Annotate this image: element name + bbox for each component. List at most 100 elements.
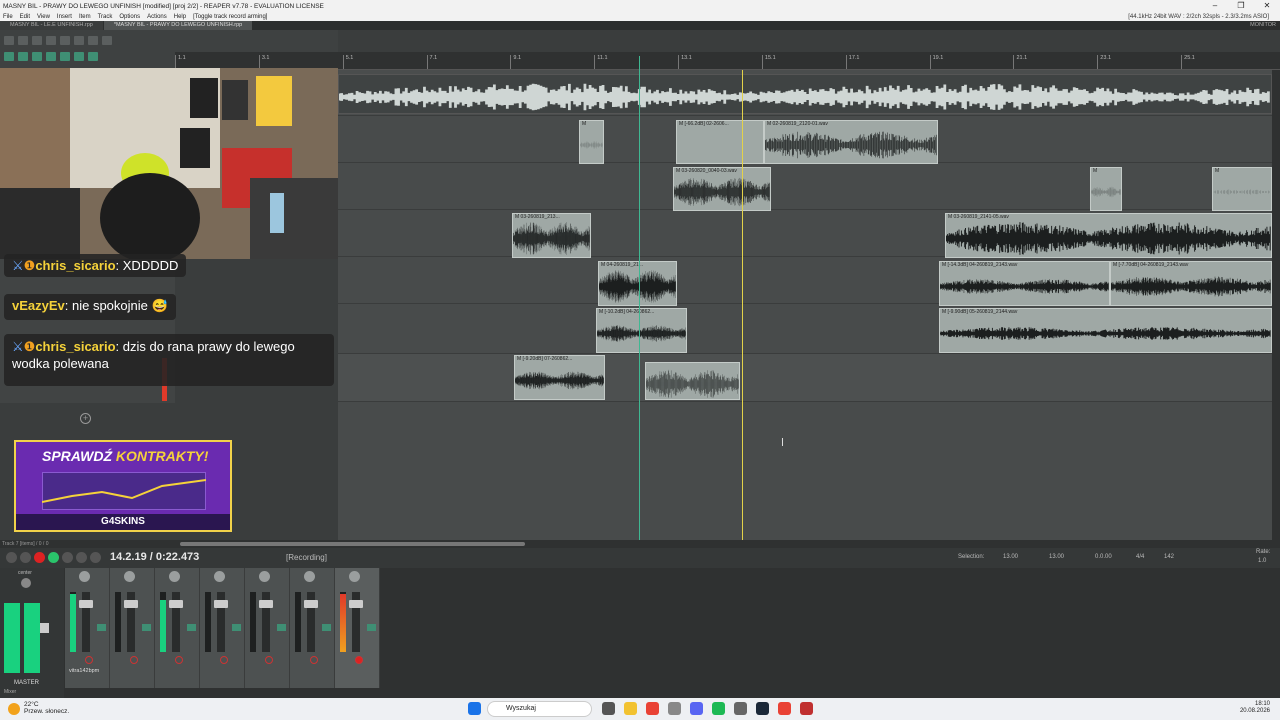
minimize-button[interactable]: – xyxy=(1202,0,1228,12)
track-lane[interactable] xyxy=(338,163,1272,210)
chrome-icon[interactable] xyxy=(646,702,659,715)
loop-button[interactable] xyxy=(62,552,73,563)
fader-cap[interactable] xyxy=(79,600,93,608)
redo-icon[interactable] xyxy=(74,36,84,45)
horizontal-scrollbar[interactable]: Track 7 [items] / 0 / 0 xyxy=(0,540,1280,548)
record-button[interactable] xyxy=(34,552,45,563)
menu-view[interactable]: View xyxy=(37,14,50,20)
play-button[interactable] xyxy=(48,552,59,563)
media-item[interactable]: M 03-260820_0040-03.wav xyxy=(673,167,771,211)
media-item[interactable]: M [-10.2dB] 04-260862... xyxy=(596,308,687,353)
spotify-icon[interactable] xyxy=(712,702,725,715)
arrange-view[interactable]: M M [-66.2dB] 02-2606... M 02-260819_212… xyxy=(338,70,1272,540)
project-settings-icon[interactable] xyxy=(46,36,56,45)
master-pan-knob[interactable] xyxy=(21,578,31,588)
grouping-icon[interactable] xyxy=(32,52,42,61)
master-fader[interactable] xyxy=(40,623,49,633)
mixer-channel-strip-armed[interactable] xyxy=(335,568,380,688)
bpm-value[interactable]: 142 xyxy=(1164,554,1174,560)
media-item[interactable]: M [-9.90dB] 05-260819_2144.wav xyxy=(939,308,1272,353)
undo-icon[interactable] xyxy=(60,36,70,45)
mixer-channel-strip[interactable] xyxy=(290,568,335,688)
open-project-icon[interactable] xyxy=(18,36,28,45)
rate-value[interactable]: 1.0 xyxy=(1258,558,1266,564)
media-item[interactable]: M 03-260819_213... xyxy=(512,213,591,258)
project-tab[interactable]: MASNY BIL - LE.E UNFINISH.rpp xyxy=(0,21,103,30)
pan-knob[interactable] xyxy=(259,571,270,582)
record-arm-button[interactable] xyxy=(310,656,318,664)
chrome-icon[interactable] xyxy=(778,702,791,715)
scrollbar-thumb[interactable] xyxy=(180,542,525,546)
timeline-ruler[interactable]: 1.1 3.1 5.1 7.1 9.1 11.1 13.1 15.1 17.1 19.1 21.1 2… xyxy=(175,52,1280,70)
weather-icon[interactable] xyxy=(8,703,20,715)
windows-start-icon[interactable] xyxy=(468,702,481,715)
media-item[interactable]: M 04-260819_21... xyxy=(598,261,677,306)
record-arm-button[interactable] xyxy=(355,656,363,664)
metronome-icon[interactable] xyxy=(88,36,98,45)
maximize-button[interactable]: ❐ xyxy=(1228,0,1254,12)
media-item-recording[interactable] xyxy=(645,362,740,400)
app-icon[interactable] xyxy=(668,702,681,715)
record-arm-button[interactable] xyxy=(85,656,93,664)
record-arm-button[interactable] xyxy=(220,656,228,664)
mixer-tab[interactable]: Mixer xyxy=(4,689,16,695)
steam-icon[interactable] xyxy=(756,702,769,715)
fader-cap[interactable] xyxy=(304,600,318,608)
task-view-icon[interactable] xyxy=(602,702,615,715)
pan-knob[interactable] xyxy=(124,571,135,582)
pan-knob[interactable] xyxy=(304,571,315,582)
reaper-icon[interactable] xyxy=(800,702,813,715)
menu-edit[interactable]: Edit xyxy=(20,14,30,20)
loop-icon[interactable] xyxy=(74,52,84,61)
pan-knob[interactable] xyxy=(169,571,180,582)
weather-widget[interactable]: 22°C Przew. słonecz. xyxy=(24,701,69,715)
media-item-master-wave[interactable] xyxy=(338,74,1272,114)
mixer-channel-strip[interactable] xyxy=(200,568,245,688)
discord-icon[interactable] xyxy=(690,702,703,715)
selection-length[interactable]: 0.0.00 xyxy=(1095,554,1112,560)
project-tab-active[interactable]: *MASNY BIL - PRAWY DO LEWEGO UNFINISH.rp… xyxy=(103,21,253,30)
pan-knob[interactable] xyxy=(349,571,360,582)
menu-help[interactable]: Help xyxy=(174,14,186,20)
fader-cap[interactable] xyxy=(169,600,183,608)
media-item[interactable]: M [-9.20dB] 07-260862... xyxy=(514,355,605,400)
ripple-icon[interactable] xyxy=(18,52,28,61)
add-track-icon[interactable]: + xyxy=(80,413,91,424)
record-arm-button[interactable] xyxy=(130,656,138,664)
fx-button[interactable] xyxy=(187,624,196,631)
track-lane[interactable] xyxy=(338,70,1272,116)
grid-icon[interactable] xyxy=(102,36,112,45)
fader-cap[interactable] xyxy=(259,600,273,608)
fx-button[interactable] xyxy=(322,624,331,631)
selection-end[interactable]: 13.00 xyxy=(1049,554,1064,560)
fx-button[interactable] xyxy=(142,624,151,631)
fx-button[interactable] xyxy=(277,624,286,631)
time-signature[interactable]: 4/4 xyxy=(1136,554,1144,560)
pause-button[interactable] xyxy=(90,552,101,563)
fx-button[interactable] xyxy=(232,624,241,631)
envelope-lock-icon[interactable] xyxy=(46,52,56,61)
record-arm-button[interactable] xyxy=(175,656,183,664)
auto-crossfade-icon[interactable] xyxy=(60,52,70,61)
file-explorer-icon[interactable] xyxy=(624,702,637,715)
media-item[interactable]: M [-66.2dB] 02-2606... xyxy=(676,120,764,164)
menu-item[interactable]: Item xyxy=(79,14,91,20)
media-item[interactable]: M 03-260819_2141-05.wav xyxy=(945,213,1272,258)
fader-cap[interactable] xyxy=(124,600,138,608)
rewind-button[interactable] xyxy=(20,552,31,563)
media-item[interactable]: M 02-260819_2120-01.wav xyxy=(764,120,938,164)
mixer-channel-strip[interactable] xyxy=(110,568,155,688)
menu-track[interactable]: Track xyxy=(98,14,113,20)
menu-actions[interactable]: Actions xyxy=(147,14,167,20)
menu-insert[interactable]: Insert xyxy=(57,14,72,20)
fx-button[interactable] xyxy=(367,624,376,631)
track-lane-selected[interactable] xyxy=(338,354,1272,402)
go-to-start-button[interactable] xyxy=(6,552,17,563)
fader-cap[interactable] xyxy=(349,600,363,608)
taskbar-clock[interactable]: 18:10 20.08.2026 xyxy=(1240,701,1270,715)
app-icon[interactable] xyxy=(734,702,747,715)
menu-options[interactable]: Options xyxy=(119,14,140,20)
selection-start[interactable]: 13.00 xyxy=(1003,554,1018,560)
close-button[interactable]: ✕ xyxy=(1254,0,1280,12)
taskbar-search[interactable]: Wyszukaj xyxy=(487,701,592,717)
